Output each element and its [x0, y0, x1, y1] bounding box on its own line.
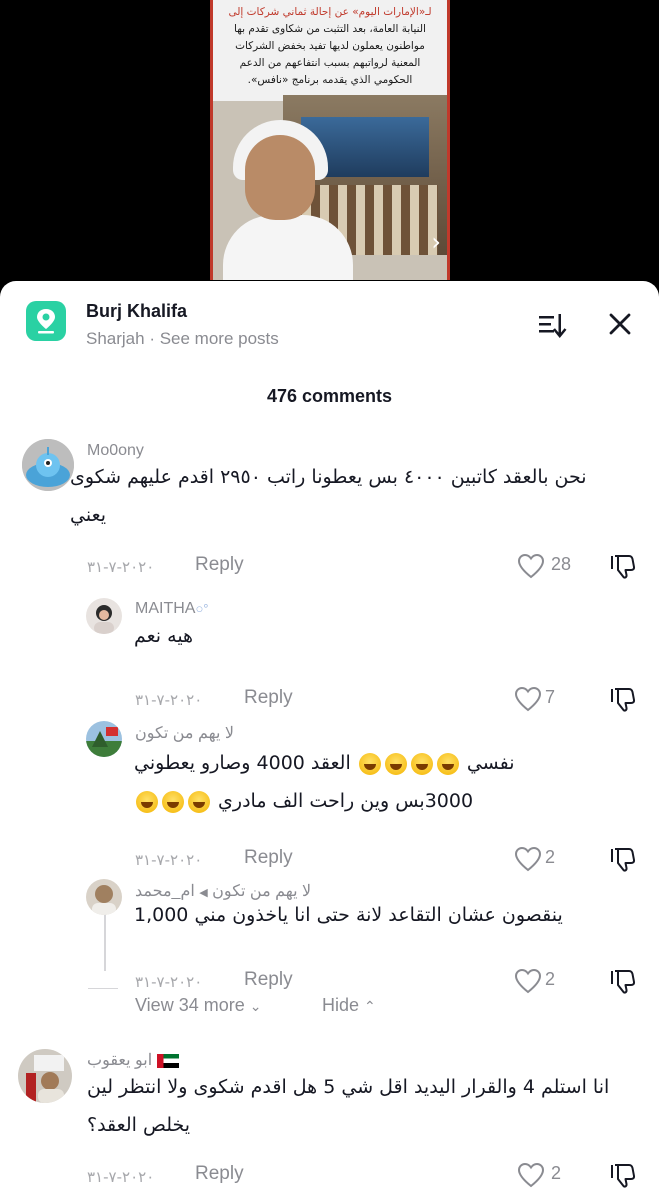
comment-text-line: انا استلم 4 والقرار اليديد اقل شي 5 هل ا… [87, 1076, 610, 1098]
sort-icon[interactable] [537, 311, 567, 339]
sheet-header: Burj Khalifa Sharjah · See more posts [0, 281, 659, 371]
laughing-emoji-icon [162, 790, 184, 813]
laughing-emoji-icon [384, 752, 407, 775]
dislike-icon[interactable] [609, 845, 637, 873]
avatar[interactable] [86, 598, 122, 634]
comment-text: هيه نعم [134, 617, 614, 655]
avatar[interactable] [86, 879, 122, 915]
hide-replies-button[interactable]: Hide ⌃ [322, 995, 376, 1016]
avatar[interactable] [22, 439, 74, 491]
comment-text-line: 3000بس وين راحت الف مادري [134, 782, 614, 820]
comment-text: نحن بالعقد كاتبين ٤٠٠٠ بس يعطونا راتب ٢٩… [70, 458, 610, 534]
comment-date: ٢٠٢٠-٧-٣١ [135, 691, 203, 709]
video-caption: لـ«الإمارات اليوم» عن إحالة ثماني شركات … [213, 0, 447, 93]
laughing-emoji-icon [188, 790, 210, 813]
chevron-up-icon: ⌃ [364, 998, 376, 1014]
reply-button[interactable]: Reply [195, 1163, 244, 1185]
caption-line-5: الحكومي الذي يقدمه برنامج «نافس». [247, 74, 413, 86]
comment-date: ٢٠٢٠-٧-٣١ [87, 558, 155, 576]
username-text: ابو يعقوب [87, 1052, 153, 1069]
like-count: 28 [551, 554, 572, 574]
heart-icon[interactable] [514, 968, 542, 994]
dislike-icon[interactable] [609, 552, 637, 580]
place-title[interactable]: Burj Khalifa [86, 301, 187, 322]
caption-line-4: المعنية لرواتبهم بسبب انتفاعهم من الدعم [239, 57, 421, 69]
close-icon[interactable] [605, 309, 635, 339]
video-thumbnail[interactable]: لـ«الإمارات اليوم» عن إحالة ثماني شركات … [210, 0, 450, 280]
caption-line-1: لـ«الإمارات اليوم» عن إحالة ثماني شركات … [228, 6, 432, 18]
chevron-down-icon: ⌄ [249, 998, 262, 1014]
reply-button[interactable]: Reply [244, 687, 293, 709]
bubbles-icon: ○° [195, 601, 209, 616]
comment-text-line: هيه نعم [134, 625, 194, 647]
presenter-image [223, 120, 353, 280]
comment-text-line: نحن بالعقد كاتبين ٤٠٠٠ بس يعطونا راتب ٢٩… [70, 466, 587, 488]
comment-date: ٢٠٢٠-٧-٣١ [135, 973, 203, 991]
dislike-icon[interactable] [609, 1161, 637, 1189]
hide-label: Hide [322, 995, 360, 1015]
dislike-icon[interactable] [609, 685, 637, 713]
username-text: MAITHA [135, 600, 196, 617]
like-count: 2 [551, 1163, 562, 1183]
laughing-emoji-icon [358, 752, 381, 775]
laughing-emoji-icon [136, 790, 158, 813]
uae-flag-icon [156, 1053, 179, 1068]
comment-text: ينقصون عشان التقاعد لانة حتى انا ياخذون … [134, 896, 614, 934]
place-subtitle[interactable]: Sharjah · See more posts [86, 329, 279, 349]
comment-text-part: 3000بس وين راحت الف مادري [218, 790, 474, 812]
comment-date: ٢٠٢٠-٧-٣١ [87, 1168, 155, 1186]
reply-button[interactable]: Reply [195, 554, 244, 576]
laughing-emoji-icon [436, 752, 459, 775]
location-pin-icon[interactable] [26, 301, 66, 341]
reply-button[interactable]: Reply [244, 847, 293, 869]
comment-text: انا استلم 4 والقرار اليديد اقل شي 5 هل ا… [87, 1068, 617, 1144]
username[interactable]: لا يهم من تكون [135, 723, 234, 743]
comment-date: ٢٠٢٠-٧-٣١ [135, 851, 203, 869]
view-more-replies-button[interactable]: View 34 more ⌄ [135, 995, 261, 1016]
view-more-label: View 34 more [135, 995, 245, 1015]
dislike-icon[interactable] [609, 967, 637, 995]
thread-divider [88, 988, 118, 989]
heart-icon[interactable] [517, 1162, 545, 1188]
comment-text-line: يخلص العقد؟ [87, 1114, 191, 1136]
avatar[interactable] [18, 1049, 72, 1103]
comment-text: نفسي العقد 4000 وصارو يعطوني 3000بس وين … [134, 744, 614, 820]
heart-icon[interactable] [514, 846, 542, 872]
comment-text-part: نفسي [466, 752, 515, 774]
heart-icon[interactable] [514, 686, 542, 712]
comment-text-part: العقد 4000 وصارو يعطوني [134, 752, 351, 774]
reply-button[interactable]: Reply [244, 969, 293, 991]
video-preview[interactable]: لـ«الإمارات اليوم» عن إحالة ثماني شركات … [0, 0, 659, 300]
comments-sheet: Burj Khalifa Sharjah · See more posts 47… [0, 281, 659, 1200]
comment-text-line: ينقصون عشان التقاعد لانة حتى انا ياخذون … [134, 904, 563, 926]
caption-line-2: النيابة العامة، بعد التثبت من شكاوى تقدم… [234, 23, 426, 35]
laughing-emoji-icon [410, 752, 433, 775]
like-count: 2 [545, 969, 556, 989]
username[interactable]: MAITHA○° [135, 600, 209, 618]
like-count: 7 [545, 687, 556, 707]
avatar[interactable] [86, 721, 122, 757]
caption-line-3: مواطنون يعملون لديها تفيد بخفض الشركات [235, 40, 425, 52]
chevron-right-icon[interactable]: › [431, 228, 441, 256]
username[interactable]: ابو يعقوب [87, 1050, 179, 1070]
comment-text-line: نفسي العقد 4000 وصارو يعطوني [134, 744, 614, 782]
comment-text-line: يعني [70, 504, 107, 526]
heart-icon[interactable] [517, 553, 545, 579]
like-count: 2 [545, 847, 556, 867]
comment-count: 476 comments [266, 386, 393, 406]
